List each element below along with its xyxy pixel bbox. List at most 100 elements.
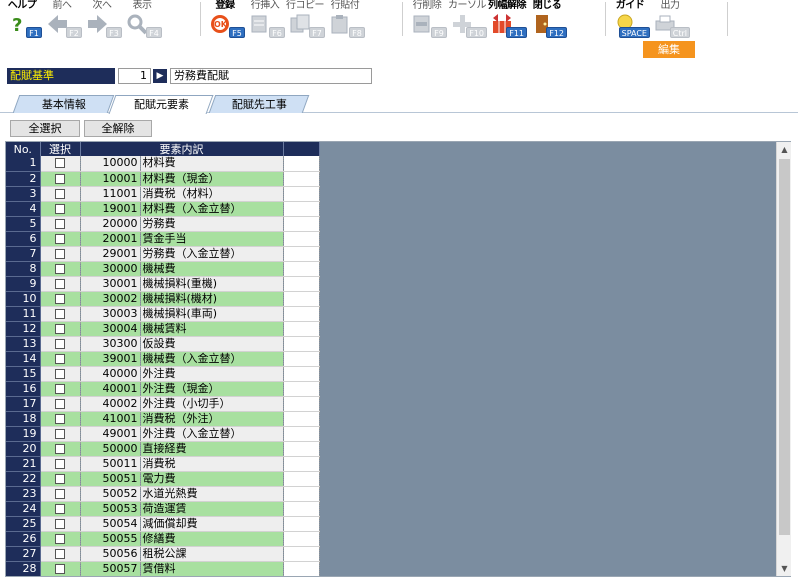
row-checkbox[interactable] [55, 248, 65, 259]
element-code[interactable]: 30004 [80, 321, 141, 337]
toolbar-button-arrow-right[interactable]: 次へ F3 [82, 0, 122, 40]
toolbar-button-insert-row[interactable]: 行挿入 F6 [245, 0, 285, 40]
element-code[interactable]: 29001 [80, 246, 141, 262]
table-row[interactable]: 23 50052 水道光熱費 [6, 486, 320, 502]
element-name[interactable]: 修繕費 [140, 531, 284, 547]
row-select-cell[interactable] [40, 261, 81, 277]
row-checkbox[interactable] [55, 518, 65, 529]
element-code[interactable]: 40001 [80, 381, 141, 397]
table-row[interactable]: 13 30300 仮設費 [6, 336, 320, 352]
element-code[interactable]: 50055 [80, 531, 141, 547]
row-checkbox[interactable] [55, 458, 65, 469]
column-header-element[interactable]: 要素内訳 [80, 142, 284, 156]
row-checkbox[interactable] [55, 473, 65, 484]
element-code[interactable]: 50056 [80, 546, 141, 562]
row-select-cell[interactable] [40, 426, 81, 442]
table-row[interactable]: 11 30003 機械損料(車両) [6, 306, 320, 322]
column-header-select[interactable]: 選択 [40, 142, 81, 156]
row-checkbox[interactable] [55, 383, 65, 394]
row-checkbox[interactable] [55, 323, 65, 334]
row-checkbox[interactable] [55, 188, 65, 199]
element-code[interactable]: 39001 [80, 351, 141, 367]
row-select-cell[interactable] [40, 156, 81, 172]
table-row[interactable]: 26 50055 修繕費 [6, 531, 320, 547]
row-select-cell[interactable] [40, 366, 81, 382]
element-name[interactable]: 仮設費 [140, 336, 284, 352]
row-select-cell[interactable] [40, 381, 81, 397]
table-row[interactable]: 15 40000 外注費 [6, 366, 320, 382]
toolbar-button-paste-row[interactable]: 行貼付 F8 [325, 0, 365, 40]
element-name[interactable]: 消費税（外注） [140, 411, 284, 427]
element-name[interactable]: 消費税（材料） [140, 186, 284, 202]
distribution-search-button[interactable]: ▶ [153, 69, 167, 83]
toolbar-button-ok-stamp[interactable]: 登録 OK F5 [205, 0, 245, 40]
table-row[interactable]: 12 30004 機械賃料 [6, 321, 320, 337]
row-select-cell[interactable] [40, 561, 81, 576]
element-code[interactable]: 50054 [80, 516, 141, 532]
element-name[interactable]: 減価償却費 [140, 516, 284, 532]
element-code[interactable]: 50053 [80, 501, 141, 517]
row-select-cell[interactable] [40, 276, 81, 292]
toolbar-button-arrow-left[interactable]: 前へ F2 [42, 0, 82, 40]
element-name[interactable]: 租税公課 [140, 546, 284, 562]
table-row[interactable]: 16 40001 外注費（現金） [6, 381, 320, 397]
row-checkbox[interactable] [55, 308, 65, 319]
toolbar-button-delete-row[interactable]: 行削除 F9 [407, 0, 447, 40]
toolbar-button-magnifier[interactable]: 表示 F4 [122, 0, 162, 40]
toolbar-button-column-width[interactable]: 列幅解除 F11 [487, 0, 527, 40]
table-row[interactable]: 28 50057 賃借料 [6, 561, 320, 576]
toolbar-button-cursor-cross[interactable]: カーソル F10 [447, 0, 487, 40]
row-select-cell[interactable] [40, 336, 81, 352]
element-name[interactable]: 機械損料(機材) [140, 291, 284, 307]
row-select-cell[interactable] [40, 501, 81, 517]
row-select-cell[interactable] [40, 351, 81, 367]
element-code[interactable]: 41001 [80, 411, 141, 427]
table-row[interactable]: 24 50053 荷造運賃 [6, 501, 320, 517]
element-name[interactable]: 外注費（現金） [140, 381, 284, 397]
element-code[interactable]: 49001 [80, 426, 141, 442]
row-checkbox[interactable] [55, 533, 65, 544]
element-code[interactable]: 30001 [80, 276, 141, 292]
row-select-cell[interactable] [40, 201, 81, 217]
row-checkbox[interactable] [55, 443, 65, 454]
row-checkbox[interactable] [55, 548, 65, 559]
row-checkbox[interactable] [55, 218, 65, 229]
row-checkbox[interactable] [55, 563, 65, 574]
row-checkbox[interactable] [55, 293, 65, 304]
row-select-cell[interactable] [40, 411, 81, 427]
row-select-cell[interactable] [40, 531, 81, 547]
element-name[interactable]: 外注費 [140, 366, 284, 382]
table-row[interactable]: 3 11001 消費税（材料） [6, 186, 320, 202]
table-row[interactable]: 2 10001 材料費（現金） [6, 171, 320, 187]
element-name[interactable]: 賃借料 [140, 561, 284, 576]
table-row[interactable]: 20 50000 直接経費 [6, 441, 320, 457]
element-code[interactable]: 20001 [80, 231, 141, 247]
row-checkbox[interactable] [55, 338, 65, 349]
row-checkbox[interactable] [55, 233, 65, 244]
row-select-cell[interactable] [40, 456, 81, 472]
element-name[interactable]: 機械費 [140, 261, 284, 277]
table-row[interactable]: 7 29001 労務費（入金立替） [6, 246, 320, 262]
element-code[interactable]: 20000 [80, 216, 141, 232]
element-code[interactable]: 19001 [80, 201, 141, 217]
table-row[interactable]: 5 20000 労務費 [6, 216, 320, 232]
table-row[interactable]: 25 50054 減価償却費 [6, 516, 320, 532]
toolbar-button-help[interactable]: ヘルプ? F1 [2, 0, 42, 40]
element-name[interactable]: 水道光熱費 [140, 486, 284, 502]
table-row[interactable]: 27 50056 租税公課 [6, 546, 320, 562]
element-name[interactable]: 労務費（入金立替） [140, 246, 284, 262]
element-name[interactable]: 機械損料(重機) [140, 276, 284, 292]
element-name[interactable]: 直接経費 [140, 441, 284, 457]
scroll-thumb[interactable] [779, 159, 790, 535]
row-select-cell[interactable] [40, 186, 81, 202]
toolbar-button-printer[interactable]: 出力 Ctrl [650, 0, 690, 40]
element-name[interactable]: 消費税 [140, 456, 284, 472]
element-name[interactable]: 外注費（入金立替） [140, 426, 284, 442]
row-checkbox[interactable] [55, 353, 65, 364]
element-code[interactable]: 50052 [80, 486, 141, 502]
row-checkbox[interactable] [55, 278, 65, 289]
clear-all-button[interactable]: 全解除 [84, 120, 152, 137]
table-row[interactable]: 9 30001 機械損料(重機) [6, 276, 320, 292]
element-name[interactable]: 賃金手当 [140, 231, 284, 247]
table-row[interactable]: 10 30002 機械損料(機材) [6, 291, 320, 307]
